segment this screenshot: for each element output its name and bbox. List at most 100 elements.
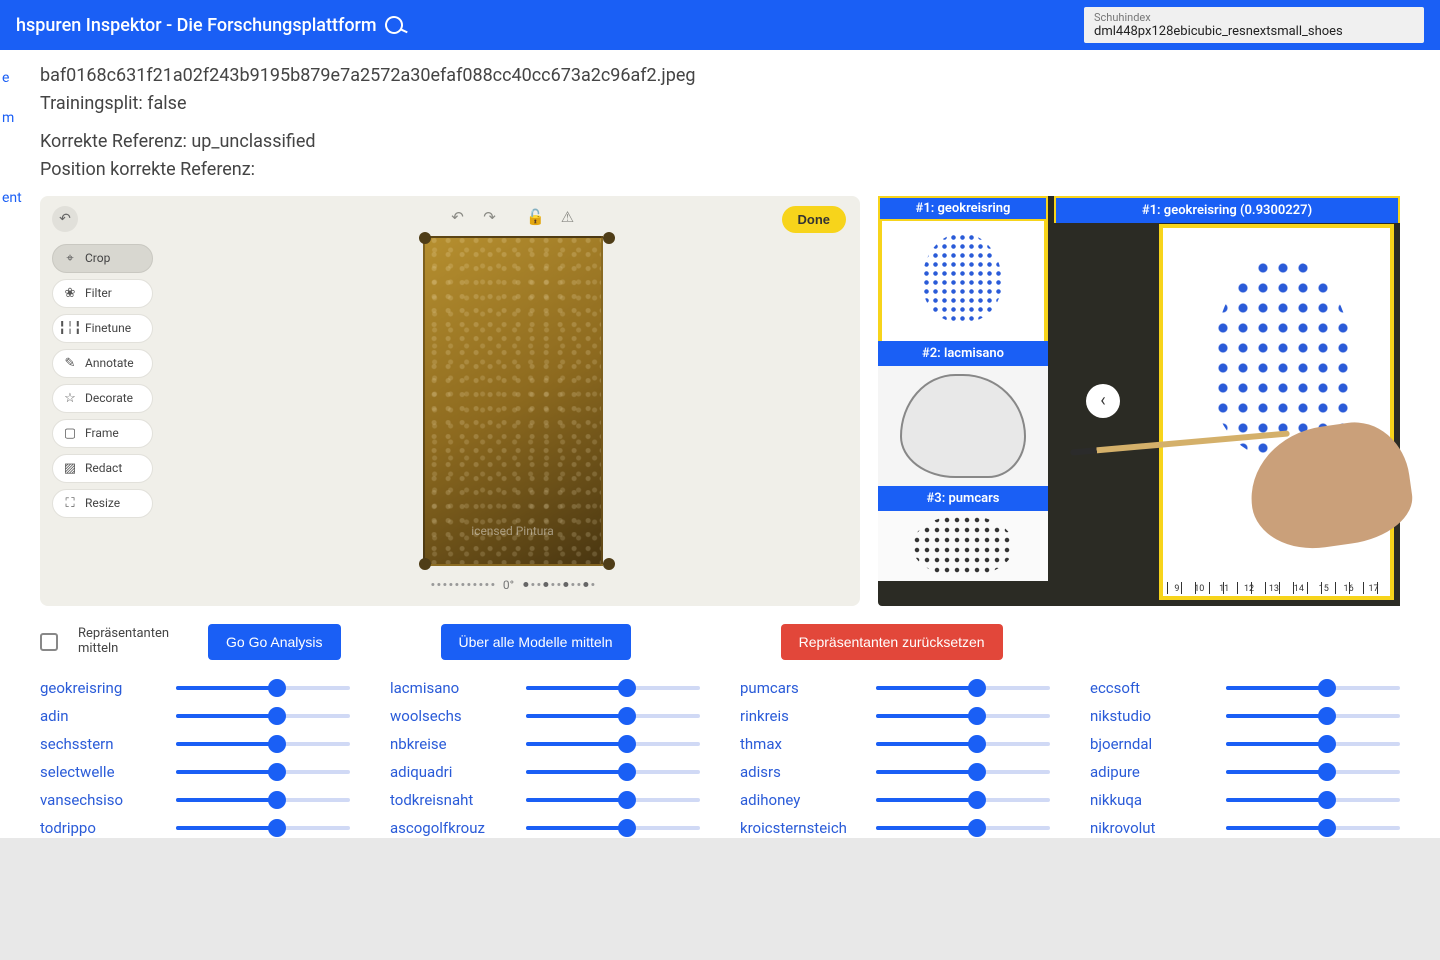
result-card-2[interactable]: #2: lacmisano	[878, 341, 1048, 486]
slider-label: nikkuqa	[1090, 791, 1210, 809]
left-nav-fragment: e m ent	[2, 70, 22, 206]
index-label: Schuhindex	[1094, 11, 1414, 24]
slider-label: bjoerndal	[1090, 735, 1210, 753]
editor-tool-sidebar: ⌖Crop ❀Filter ╏╎╏Finetune ✎Annotate ☆Decorat…	[40, 196, 165, 606]
slider-label: todrippo	[40, 819, 160, 837]
slider-eccsoft: eccsoft	[1090, 678, 1400, 698]
slider-control[interactable]	[1226, 818, 1400, 838]
slider-control[interactable]	[176, 818, 350, 838]
result-thumbnail	[878, 511, 1048, 581]
result-card-3[interactable]: #3: pumcars	[878, 486, 1048, 581]
result-thumbnail	[878, 366, 1048, 486]
slider-label: selectwelle	[40, 763, 160, 781]
slider-label: pumcars	[740, 679, 860, 697]
slider-ascogolfkrouz: ascogolfkrouz	[390, 818, 700, 838]
slider-label: adipure	[1090, 763, 1210, 781]
tool-redact[interactable]: ▨Redact	[52, 454, 153, 483]
slider-control[interactable]	[526, 678, 700, 698]
slider-label: vansechsiso	[40, 791, 160, 809]
slider-adihoney: adihoney	[740, 790, 1050, 810]
done-button[interactable]: Done	[782, 206, 847, 233]
measurement-ruler: 91011121314151617	[1167, 582, 1386, 594]
slider-control[interactable]	[176, 790, 350, 810]
slider-control[interactable]	[1226, 790, 1400, 810]
go-go-analysis-button[interactable]: Go Go Analysis	[208, 624, 341, 660]
slider-control[interactable]	[176, 762, 350, 782]
slider-control[interactable]	[176, 734, 350, 754]
lock-icon[interactable]: 🔓	[525, 208, 547, 226]
undo-history-icon[interactable]: ↶	[52, 206, 78, 232]
slider-thmax: thmax	[740, 734, 1050, 754]
slider-label: eccsoft	[1090, 679, 1210, 697]
slider-control[interactable]	[526, 818, 700, 838]
finetune-icon: ╏╎╏	[63, 321, 77, 336]
image-editor-panel: ↶ ⌖Crop ❀Filter ╏╎╏Finetune ✎Annotate ☆Decor…	[40, 196, 860, 606]
average-all-models-button[interactable]: Über alle Modelle mitteln	[441, 624, 631, 660]
index-value: dml448px128ebicubic_resnextsmall_shoes	[1094, 24, 1414, 39]
slider-control[interactable]	[526, 734, 700, 754]
magnifier-icon	[382, 13, 405, 36]
slider-label: ascogolfkrouz	[390, 819, 510, 837]
slider-control[interactable]	[876, 678, 1050, 698]
shoe-index-field[interactable]: Schuhindex dml448px128ebicubic_resnextsm…	[1084, 7, 1424, 43]
slider-control[interactable]	[876, 762, 1050, 782]
slider-nikstudio: nikstudio	[1090, 706, 1400, 726]
rotation-ruler[interactable]: 0°	[431, 578, 594, 592]
resize-icon: ⛶	[63, 496, 77, 511]
result-thumbnail	[878, 221, 1048, 341]
slider-nbkreise: nbkreise	[390, 734, 700, 754]
average-reps-checkbox[interactable]	[40, 633, 58, 651]
slider-todrippo: todrippo	[40, 818, 350, 838]
redo-icon[interactable]: ↷	[479, 208, 501, 226]
slider-control[interactable]	[526, 706, 700, 726]
meta-block: baf0168c631f21a02f243b9195b879e7a2572a30…	[40, 62, 1400, 184]
slider-control[interactable]	[876, 706, 1050, 726]
warning-icon[interactable]: ⚠	[557, 208, 579, 226]
slider-control[interactable]	[176, 706, 350, 726]
filename-label: baf0168c631f21a02f243b9195b879e7a2572a30…	[40, 62, 1400, 90]
reset-reps-button[interactable]: Repräsentanten zurücksetzen	[781, 624, 1003, 660]
undo-icon[interactable]: ↶	[447, 208, 469, 226]
tool-resize[interactable]: ⛶Resize	[52, 489, 153, 518]
slider-control[interactable]	[526, 762, 700, 782]
filter-icon: ❀	[63, 286, 77, 301]
slider-adiquadri: adiquadri	[390, 762, 700, 782]
slider-label: todkreisnaht	[390, 791, 510, 809]
slider-control[interactable]	[176, 678, 350, 698]
tool-frame[interactable]: ▢Frame	[52, 419, 153, 448]
tool-filter[interactable]: ❀Filter	[52, 279, 153, 308]
slider-rinkreis: rinkreis	[740, 706, 1050, 726]
slider-label: geokreisring	[40, 679, 160, 697]
slider-control[interactable]	[876, 818, 1050, 838]
slider-adipure: adipure	[1090, 762, 1400, 782]
trainingsplit-label: Trainingsplit: false	[40, 90, 1400, 118]
slider-control[interactable]	[1226, 678, 1400, 698]
slider-control[interactable]	[1226, 762, 1400, 782]
slider-bjoerndal: bjoerndal	[1090, 734, 1400, 754]
main-result-image[interactable]: 91011121314151617	[1159, 224, 1394, 600]
slider-lacmisano: lacmisano	[390, 678, 700, 698]
slider-label: nikstudio	[1090, 707, 1210, 725]
correct-reference-label: Korrekte Referenz: up_unclassified	[40, 128, 1400, 156]
previous-result-button[interactable]: ‹	[1086, 384, 1120, 418]
slider-label: lacmisano	[390, 679, 510, 697]
tool-decorate[interactable]: ☆Decorate	[52, 384, 153, 413]
slider-label: nbkreise	[390, 735, 510, 753]
slider-control[interactable]	[1226, 734, 1400, 754]
slider-control[interactable]	[876, 790, 1050, 810]
decorate-icon: ☆	[63, 391, 77, 406]
shoe-trace-image[interactable]: icensed Pintura	[423, 236, 603, 566]
tool-annotate[interactable]: ✎Annotate	[52, 349, 153, 378]
position-reference-label: Position korrekte Referenz:	[40, 156, 1400, 184]
tool-label: Annotate	[85, 356, 134, 370]
slider-label: sechsstern	[40, 735, 160, 753]
slider-control[interactable]	[876, 734, 1050, 754]
slider-control[interactable]	[526, 790, 700, 810]
result-card-1[interactable]: #1: geokreisring	[878, 196, 1048, 341]
tool-finetune[interactable]: ╏╎╏Finetune	[52, 314, 153, 343]
action-controls-row: Repräsentanten mitteln Go Go Analysis Üb…	[40, 606, 1400, 672]
slider-pumcars: pumcars	[740, 678, 1050, 698]
editor-canvas[interactable]: ↶ ↷ 🔓 ⚠ Done icensed Pintura 0°	[165, 196, 860, 606]
slider-control[interactable]	[1226, 706, 1400, 726]
tool-crop[interactable]: ⌖Crop	[52, 244, 153, 273]
